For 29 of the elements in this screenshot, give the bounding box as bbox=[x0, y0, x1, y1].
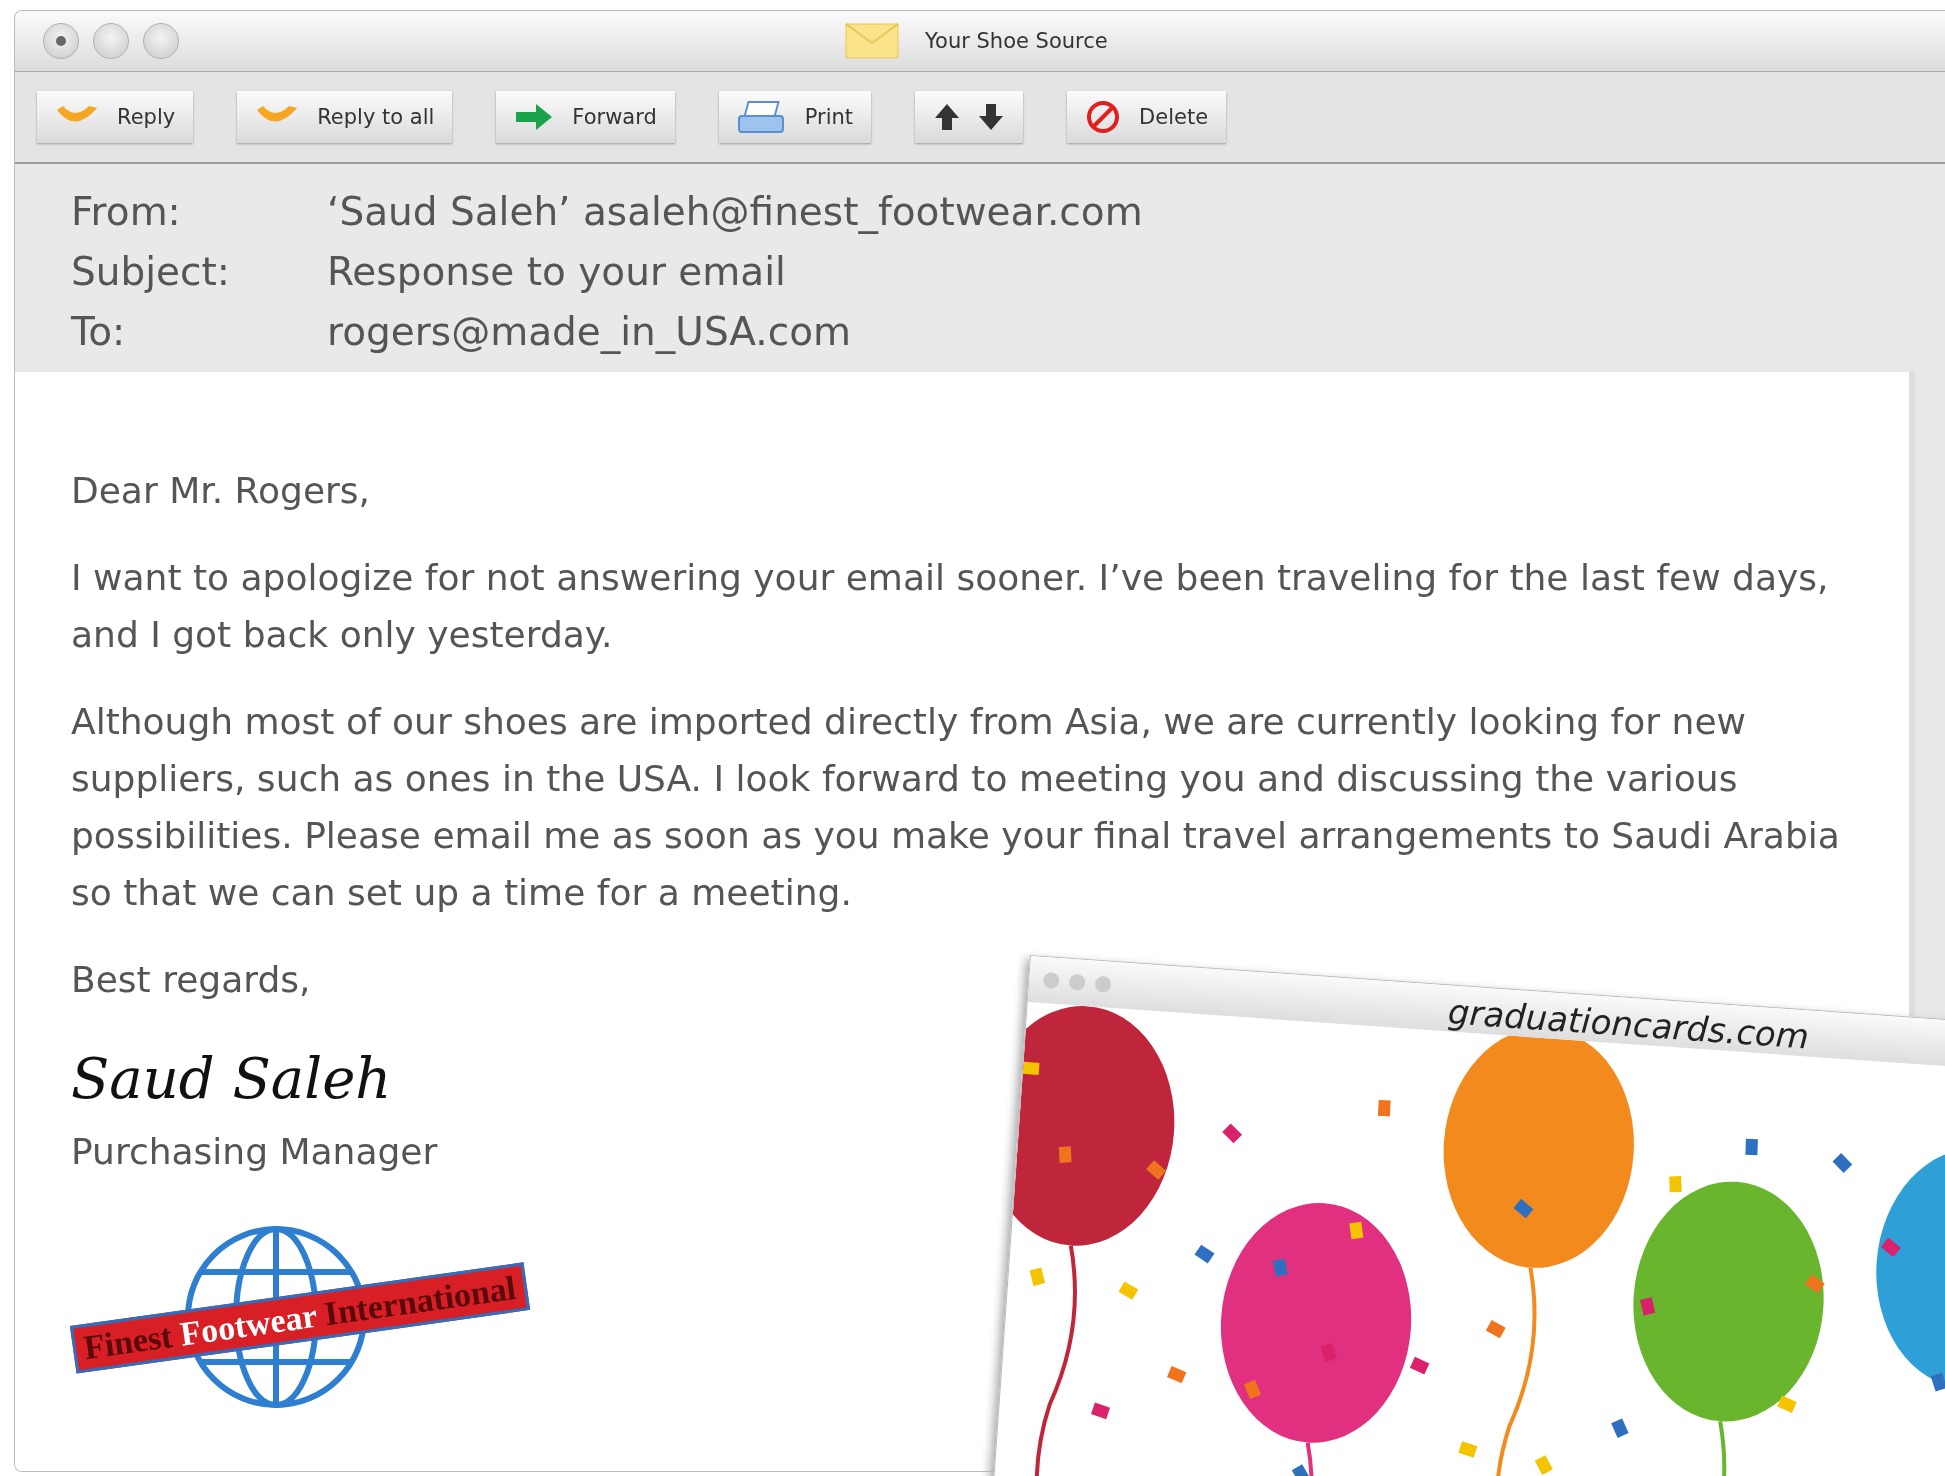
job-title: Purchasing Manager bbox=[71, 1131, 438, 1172]
window-control-icon bbox=[1094, 975, 1112, 993]
body-paragraph: Although most of our shoes are imported directly from Asia, we are currently looking for new suppliers, such as ones in the USA. I look forward to meeting you and discussing the various possibilities. Please email me as soon as you make your final travel arrangements to Saudi Arabia so that we can set up a time for a meeting. bbox=[71, 700, 1841, 915]
website-address: graduationcards.com bbox=[1446, 991, 1811, 1057]
signature-text: Saud Saleh bbox=[71, 1046, 392, 1111]
navigate-button[interactable] bbox=[915, 91, 1024, 143]
header-value: Response to your email bbox=[327, 248, 787, 296]
header-label: Subject: bbox=[71, 248, 231, 296]
print-button[interactable]: Print bbox=[718, 91, 872, 143]
close-button[interactable] bbox=[43, 23, 79, 59]
envelope-icon bbox=[845, 23, 899, 59]
window-control-icon bbox=[1042, 972, 1060, 990]
header-value: ‘Saud Saleh’ asaleh@finest_footwear.com bbox=[327, 188, 1143, 236]
window-title: Your Shoe Source bbox=[925, 29, 1108, 53]
printer-icon bbox=[736, 100, 787, 134]
window-control-icon bbox=[1068, 973, 1086, 991]
up-down-arrows-icon bbox=[933, 102, 1006, 132]
no-sign-icon bbox=[1085, 99, 1122, 135]
header-label: From: bbox=[71, 188, 182, 236]
reply-button[interactable]: Reply bbox=[37, 91, 194, 143]
logo-text: Finest Footwear International bbox=[69, 1262, 530, 1374]
delete-button[interactable]: Delete bbox=[1067, 91, 1227, 143]
header-value: rogers@made_in_USA.com bbox=[327, 308, 853, 356]
body-paragraph: I want to apologize for not answering your email sooner. I’ve been traveling for the last few days, and I got back only yesterday. bbox=[71, 556, 1830, 657]
header-label: To: bbox=[71, 308, 127, 356]
greeting-text: Dear Mr. Rogers, bbox=[71, 469, 371, 513]
reply-button[interactable]: Reply to all bbox=[237, 91, 453, 143]
forward-button[interactable]: Forward bbox=[496, 91, 675, 143]
closing-text: Best regards, bbox=[71, 958, 311, 1002]
